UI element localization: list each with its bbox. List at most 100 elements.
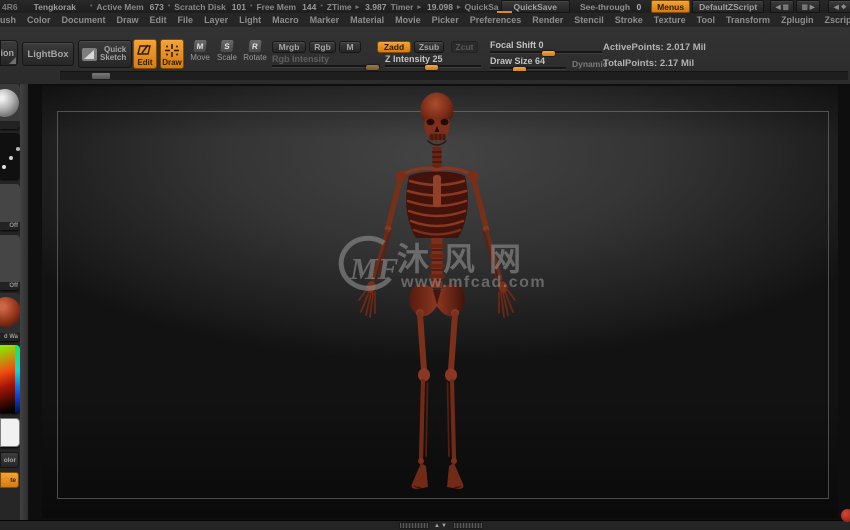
menu-movie[interactable]: Movie xyxy=(395,15,421,25)
menu-draw[interactable]: Draw xyxy=(117,15,139,25)
menu-zplugin[interactable]: Zplugin xyxy=(781,15,814,25)
left-arrow-icon: ◀ xyxy=(775,3,781,11)
left-shelf: Off Off d Wa olor te xyxy=(0,84,20,520)
menu-file[interactable]: File xyxy=(178,15,194,25)
material-sphere-icon xyxy=(0,297,20,327)
menu-preferences[interactable]: Preferences xyxy=(470,15,522,25)
default-zscript-button[interactable]: DefaultZScript xyxy=(692,0,765,13)
watermark-title: 沐风网 xyxy=(397,241,535,277)
menu-color[interactable]: Color xyxy=(27,15,51,25)
zcut-label: Zcut xyxy=(455,42,474,52)
switch-color-button[interactable]: olor xyxy=(0,452,19,468)
brush-thumbnail[interactable] xyxy=(0,84,20,129)
horizontal-scrollbar-top[interactable] xyxy=(60,71,848,80)
see-through-value: 0 xyxy=(636,1,642,12)
zadd-label: Zadd xyxy=(383,42,405,52)
horizontal-scrollbar-bottom[interactable]: ▲▼ xyxy=(399,522,485,529)
menus-label: Menus xyxy=(657,1,685,12)
menu-texture[interactable]: Texture xyxy=(654,15,686,25)
m-label: M xyxy=(346,42,354,52)
skeleton-model[interactable]: MF 沐风网 www.mfcad.com xyxy=(28,84,850,520)
menu-tool[interactable]: Tool xyxy=(697,15,715,25)
lightbox-button[interactable]: LightBox xyxy=(22,42,74,66)
alpha-status-label: Off xyxy=(9,223,18,229)
zsub-label: Zsub xyxy=(418,42,440,52)
m-button[interactable]: M xyxy=(339,41,361,53)
zcut-button[interactable]: Zcut xyxy=(451,41,478,53)
menu-transform[interactable]: Transform xyxy=(726,15,770,25)
scale-label: Scale xyxy=(216,53,237,62)
texture-thumbnail[interactable]: Off xyxy=(0,235,20,290)
rgb-intensity-slider[interactable]: Rgb Intensity xyxy=(272,54,380,70)
color-picker[interactable] xyxy=(0,345,20,413)
texture-status-label: Off xyxy=(9,283,18,289)
menu-stroke[interactable]: Stroke xyxy=(615,15,643,25)
pages-icon: ▥ xyxy=(782,3,789,11)
arrow-icon: ▸ xyxy=(355,3,360,11)
metric-value: 144 xyxy=(302,1,317,12)
scrollbar-hatch-right[interactable] xyxy=(453,522,483,529)
menus-button[interactable]: Menus xyxy=(651,0,691,13)
menu-render[interactable]: Render xyxy=(532,15,563,25)
metric-label: Free Mem xyxy=(256,1,297,12)
material-thumbnail[interactable]: d Wa xyxy=(0,293,20,341)
rotate-mode-button[interactable]: R Rotate xyxy=(243,40,267,70)
prev-document-button[interactable]: ◀ ▥ xyxy=(770,0,795,13)
stroke-thumbnail[interactable] xyxy=(0,133,20,179)
menu-brush[interactable]: ush xyxy=(0,15,16,25)
scrollbar-thumb[interactable] xyxy=(92,73,110,79)
watermark-url: www.mfcad.com xyxy=(400,274,546,291)
move-letter: M xyxy=(196,41,204,51)
zsub-button[interactable]: Zsub xyxy=(414,41,444,53)
menu-macro[interactable]: Macro xyxy=(272,15,299,25)
projection-master-button[interactable]: ion xyxy=(0,40,18,66)
metric-value: 19.098 xyxy=(426,1,453,12)
paste-button[interactable]: te xyxy=(0,472,19,488)
brush-label-strip xyxy=(0,121,20,129)
quick-sketch-button[interactable]: Quick Sketch xyxy=(78,40,132,68)
see-through-slider[interactable]: See-through 0 xyxy=(580,2,641,12)
z-intensity-thumb[interactable] xyxy=(425,65,438,70)
alpha-thumbnail[interactable]: Off xyxy=(0,184,20,230)
focal-shift-slider[interactable]: Focal Shift 0 xyxy=(490,40,602,56)
bullet-icon: • xyxy=(89,3,93,10)
menu-layer[interactable]: Layer xyxy=(204,15,228,25)
edit-mode-button[interactable]: Edit xyxy=(133,39,157,69)
current-color-swatch[interactable] xyxy=(0,418,20,447)
scale-mode-button[interactable]: S Scale xyxy=(215,40,239,70)
metric-label: Active Mem xyxy=(96,1,144,12)
menu-zscript[interactable]: Zscript xyxy=(824,15,850,25)
title-bar: 4R6 Tengkorak • Active Mem 673 • Scratch … xyxy=(0,0,850,13)
menu-picker[interactable]: Picker xyxy=(432,15,459,25)
move-mode-button[interactable]: M Move xyxy=(188,40,212,70)
menu-stencil[interactable]: Stencil xyxy=(574,15,604,25)
z-intensity-slider[interactable]: Z Intensity 25 xyxy=(385,54,481,70)
menu-light[interactable]: Light xyxy=(239,15,261,25)
draw-size-slider[interactable]: Draw Size 64 xyxy=(490,56,566,72)
quick-sketch-label-2: Sketch xyxy=(100,53,127,62)
draw-mode-button[interactable]: Draw xyxy=(160,39,184,69)
rgb-intensity-thumb[interactable] xyxy=(366,65,379,70)
scrollbar-hatch-left[interactable] xyxy=(399,522,429,529)
zadd-button[interactable]: Zadd xyxy=(377,41,411,53)
document-canvas[interactable]: MF 沐风网 www.mfcad.com xyxy=(28,84,850,520)
scroll-left-button[interactable]: ◀ ❖ xyxy=(828,0,850,13)
mrgb-label: Mrgb xyxy=(278,42,300,52)
next-document-button[interactable]: ▥ ▶ xyxy=(796,0,821,13)
focal-shift-label: Focal Shift 0 xyxy=(490,40,544,50)
arrow-icon: ▸ xyxy=(417,3,421,11)
corner-red-widget xyxy=(841,509,850,522)
mrgb-button[interactable]: Mrgb xyxy=(272,41,306,53)
sketch-page-icon xyxy=(82,47,97,61)
menu-document[interactable]: Document xyxy=(62,15,106,25)
app-version: 4R6 xyxy=(2,1,18,12)
rgb-button[interactable]: Rgb xyxy=(309,41,336,53)
scrollbar-arrows[interactable]: ▲▼ xyxy=(429,523,453,529)
corner-fold-icon xyxy=(9,57,16,64)
menu-material[interactable]: Material xyxy=(350,15,384,25)
menu-edit[interactable]: Edit xyxy=(150,15,167,25)
menu-marker[interactable]: Marker xyxy=(310,15,340,25)
draw-size-track xyxy=(490,67,566,70)
color-picker-square[interactable] xyxy=(0,345,15,413)
watermark-logo-text: MF xyxy=(349,251,399,286)
